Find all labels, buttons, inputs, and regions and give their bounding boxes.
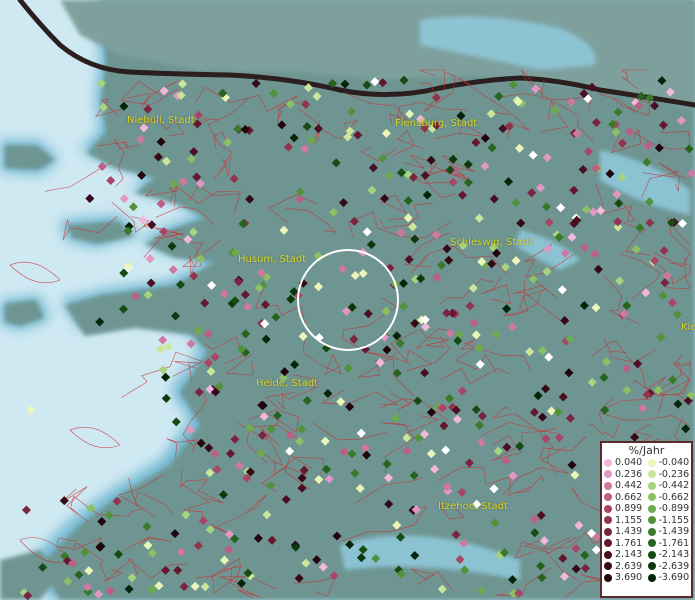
- legend-row: 0.040: [604, 457, 648, 469]
- legend-row: 0.662: [604, 492, 648, 504]
- legend-swatch: [604, 481, 612, 490]
- legend: %/Jahr 0.040 0.236 0.442 0.662 0.899 1.155 1.4…: [600, 441, 693, 598]
- legend-label: -0.662: [658, 491, 690, 503]
- legend-swatch: [604, 550, 612, 559]
- legend-row: 1.155: [604, 515, 648, 527]
- legend-swatch: [604, 516, 612, 525]
- legend-label: -1.439: [658, 526, 690, 537]
- legend-label: -3.690: [658, 572, 690, 583]
- legend-row: -0.899: [647, 503, 692, 515]
- legend-swatch: [647, 539, 656, 548]
- legend-label: -1.155: [658, 514, 690, 526]
- legend-label: 1.439: [615, 526, 643, 537]
- city-label-kiel: Kie: [681, 322, 695, 333]
- city-label-niebuell: Niebüll, Stadt: [127, 115, 195, 126]
- legend-swatch: [647, 516, 656, 525]
- legend-label: -1.761: [658, 537, 690, 549]
- legend-row: 1.761: [604, 538, 648, 550]
- legend-row: 2.143: [604, 549, 648, 561]
- city-label-heide: Heide, Stadt: [256, 378, 318, 389]
- legend-label: -0.442: [658, 480, 690, 491]
- city-label-flensburg: Flensburg, Stadt: [395, 118, 478, 129]
- legend-label: 0.442: [615, 480, 643, 491]
- legend-label: 1.155: [615, 514, 643, 526]
- legend-label: 0.236: [615, 468, 643, 480]
- city-label-itzehoe: Itzehoe, Stadt: [438, 501, 508, 512]
- legend-row: -0.442: [647, 480, 692, 492]
- legend-swatch: [647, 481, 656, 490]
- legend-row: -1.439: [647, 526, 692, 538]
- legend-row: 0.899: [604, 503, 648, 515]
- map-view[interactable]: Niebüll, Stadt Flensburg, Stadt Husum, S…: [0, 0, 695, 600]
- legend-row: 2.639: [604, 561, 648, 573]
- legend-swatch: [647, 562, 656, 571]
- city-label-schleswig: Schleswig, Stadt: [450, 237, 533, 248]
- legend-row: 3.690: [604, 572, 648, 584]
- legend-row: -0.662: [647, 491, 692, 504]
- legend-row: -1.155: [647, 514, 692, 527]
- legend-swatch: [604, 493, 612, 502]
- legend-swatch: [647, 527, 656, 536]
- legend-row: -2.639: [647, 560, 692, 573]
- legend-label: 3.690: [615, 572, 643, 583]
- legend-row: -1.761: [647, 537, 692, 550]
- legend-label: -0.899: [658, 503, 690, 514]
- legend-row: 1.439: [604, 526, 648, 538]
- legend-swatch: [604, 470, 612, 479]
- legend-row: -0.236: [647, 468, 692, 481]
- legend-label: 1.761: [615, 537, 643, 549]
- city-label-husum: Husum, Stadt: [238, 254, 307, 265]
- legend-swatch: [604, 527, 612, 536]
- legend-swatch: [604, 573, 612, 582]
- map-canvas[interactable]: [0, 0, 695, 600]
- legend-label: -2.639: [658, 560, 690, 572]
- legend-label: 2.143: [615, 549, 643, 560]
- legend-label: 0.040: [615, 457, 643, 468]
- legend-label: 0.899: [615, 503, 643, 514]
- legend-label: 0.662: [615, 491, 643, 503]
- legend-row: -2.143: [647, 549, 692, 561]
- legend-swatch: [647, 550, 656, 559]
- legend-label: -2.143: [658, 549, 690, 560]
- legend-title: %/Jahr: [628, 444, 665, 457]
- legend-swatch: [604, 562, 612, 571]
- legend-row: -0.040: [647, 457, 692, 469]
- legend-swatch: [604, 458, 612, 467]
- legend-swatch: [647, 504, 656, 513]
- legend-negative-column: -0.040 -0.236 -0.442 -0.662 -0.899 -1.155 -1.4…: [647, 457, 692, 584]
- legend-swatch: [647, 573, 656, 582]
- legend-row: 0.236: [604, 469, 648, 481]
- legend-label: 2.639: [615, 560, 643, 572]
- legend-swatch: [647, 458, 656, 467]
- legend-swatch: [647, 470, 656, 479]
- legend-swatch: [604, 504, 612, 513]
- legend-row: -3.690: [647, 572, 692, 584]
- legend-label: -0.040: [658, 457, 690, 468]
- legend-swatch: [647, 493, 656, 502]
- legend-swatch: [604, 539, 612, 548]
- legend-label: -0.236: [658, 468, 690, 480]
- legend-positive-column: 0.040 0.236 0.442 0.662 0.899 1.155 1.439 1.761…: [604, 457, 648, 584]
- legend-row: 0.442: [604, 480, 648, 492]
